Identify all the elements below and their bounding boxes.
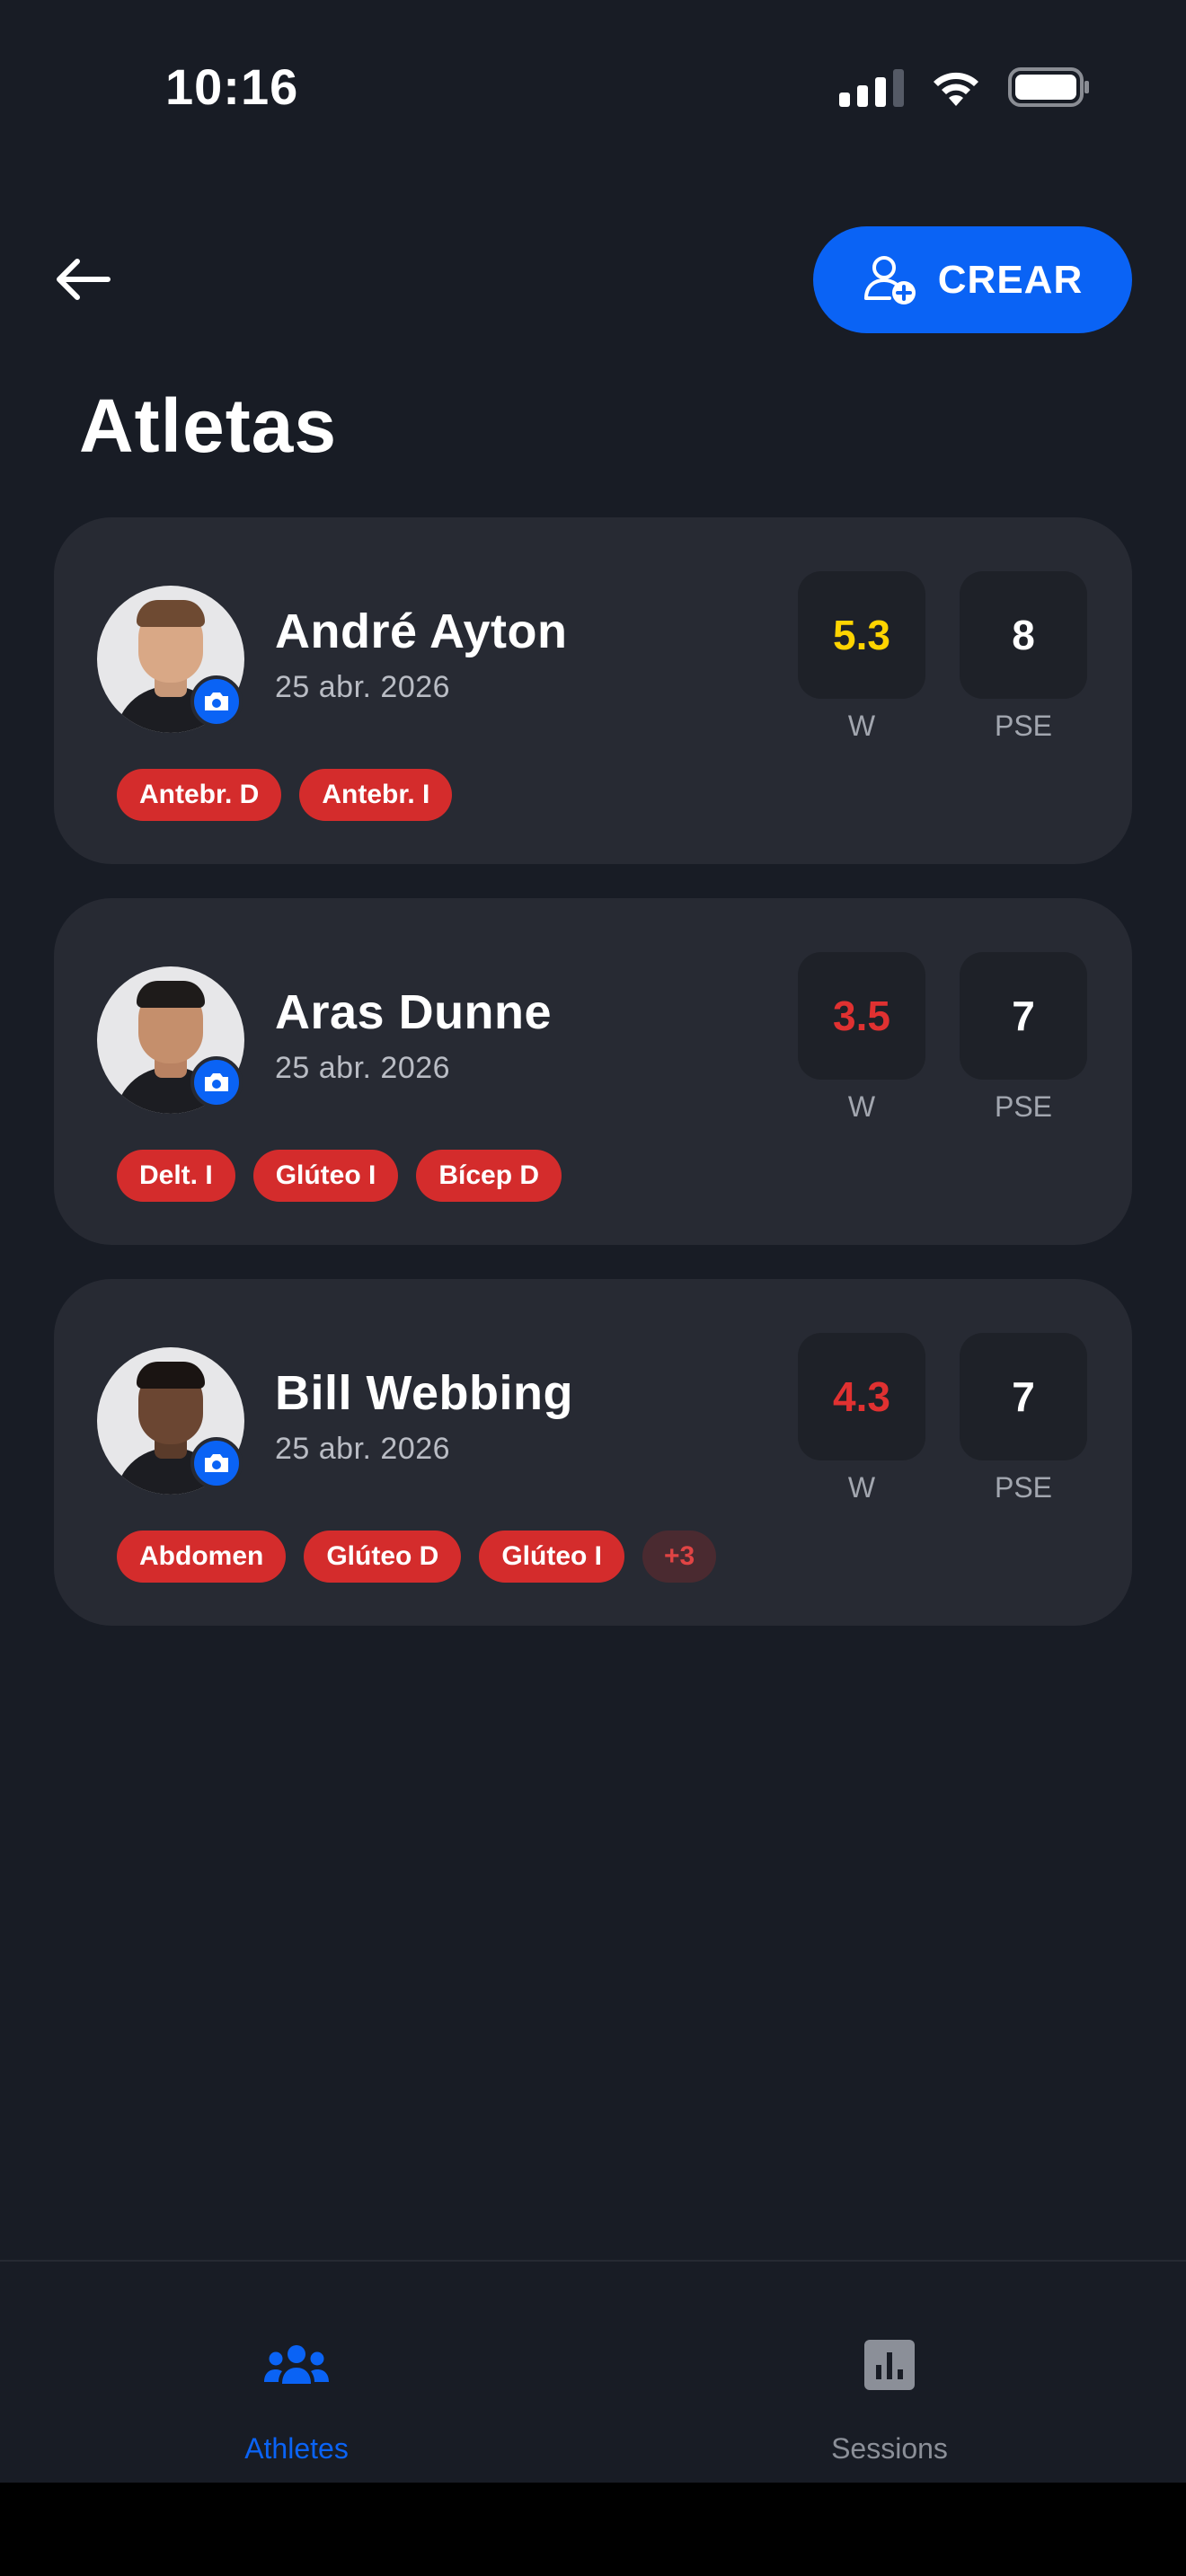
pse-value: 7 (960, 1333, 1087, 1460)
camera-icon[interactable] (190, 675, 243, 728)
injury-tag: Antebr. D (117, 769, 282, 821)
status-time: 10:16 (165, 58, 299, 115)
athlete-name: Bill Webbing (275, 1366, 573, 1420)
athlete-card[interactable]: Aras Dunne 25 abr. 2026 3.5 7 W PSE Delt… (54, 898, 1132, 1245)
arrow-left-icon (57, 259, 111, 300)
more-tags-badge[interactable]: +3 (642, 1531, 717, 1583)
w-value: 5.3 (798, 571, 925, 699)
w-value: 3.5 (798, 952, 925, 1080)
tab-bar: Athletes Sessions (0, 2260, 1186, 2483)
pse-label: PSE (994, 1090, 1053, 1123)
pse-label: PSE (994, 1471, 1053, 1504)
injury-tags: Antebr. D Antebr. I (117, 769, 453, 821)
injury-tags: Delt. I Glúteo I Bícep D (117, 1150, 562, 1202)
pse-label: PSE (994, 710, 1053, 742)
home-indicator-area (0, 2483, 1186, 2576)
page-title: Atletas (79, 384, 338, 468)
group-icon (261, 2333, 332, 2396)
athlete-card[interactable]: Bill Webbing 25 abr. 2026 4.3 7 W PSE Ab… (54, 1279, 1132, 1626)
w-label: W (847, 1471, 876, 1504)
athlete-date: 25 abr. 2026 (275, 1051, 451, 1085)
w-value: 4.3 (798, 1333, 925, 1460)
add-user-icon (863, 255, 916, 304)
w-label: W (847, 1090, 876, 1123)
battery-icon (1008, 67, 1089, 107)
athlete-date: 25 abr. 2026 (275, 670, 451, 704)
injury-tag: Glúteo I (479, 1531, 624, 1583)
wifi-icon (934, 72, 978, 106)
tab-athletes-label: Athletes (244, 2432, 349, 2465)
status-bar: 10:16 (0, 0, 1186, 171)
athlete-date: 25 abr. 2026 (275, 1432, 451, 1466)
athlete-name: André Ayton (275, 604, 568, 658)
camera-icon[interactable] (190, 1056, 243, 1108)
athlete-avatar[interactable] (97, 586, 244, 733)
injury-tag: Bícep D (416, 1150, 562, 1202)
screen: 10:16 CREAR Atletas André Ayton 25 abr. … (0, 0, 1186, 2576)
bar-chart-icon (854, 2333, 925, 2396)
athlete-card[interactable]: André Ayton 25 abr. 2026 5.3 8 W PSE Ant… (54, 517, 1132, 864)
tab-sessions[interactable]: Sessions (593, 2262, 1186, 2484)
athlete-avatar[interactable] (97, 1347, 244, 1495)
create-athlete-button[interactable]: CREAR (813, 226, 1132, 333)
create-button-label: CREAR (937, 257, 1084, 302)
tab-athletes[interactable]: Athletes (0, 2262, 593, 2484)
athlete-avatar[interactable] (97, 966, 244, 1114)
tab-sessions-label: Sessions (831, 2432, 948, 2465)
camera-icon[interactable] (190, 1437, 243, 1489)
cellular-signal-icon (839, 67, 904, 107)
injury-tag: Glúteo I (252, 1150, 399, 1202)
w-label: W (847, 710, 876, 742)
injury-tags: Abdomen Glúteo D Glúteo I +3 (117, 1531, 717, 1583)
injury-tag: Glúteo D (304, 1531, 462, 1583)
injury-tag: Antebr. I (299, 769, 453, 821)
injury-tag: Abdomen (117, 1531, 287, 1583)
status-icons (839, 65, 1091, 110)
back-button[interactable] (47, 248, 119, 311)
injury-tag: Delt. I (117, 1150, 235, 1202)
pse-value: 7 (960, 952, 1087, 1080)
pse-value: 8 (960, 571, 1087, 699)
athlete-name: Aras Dunne (275, 985, 553, 1039)
